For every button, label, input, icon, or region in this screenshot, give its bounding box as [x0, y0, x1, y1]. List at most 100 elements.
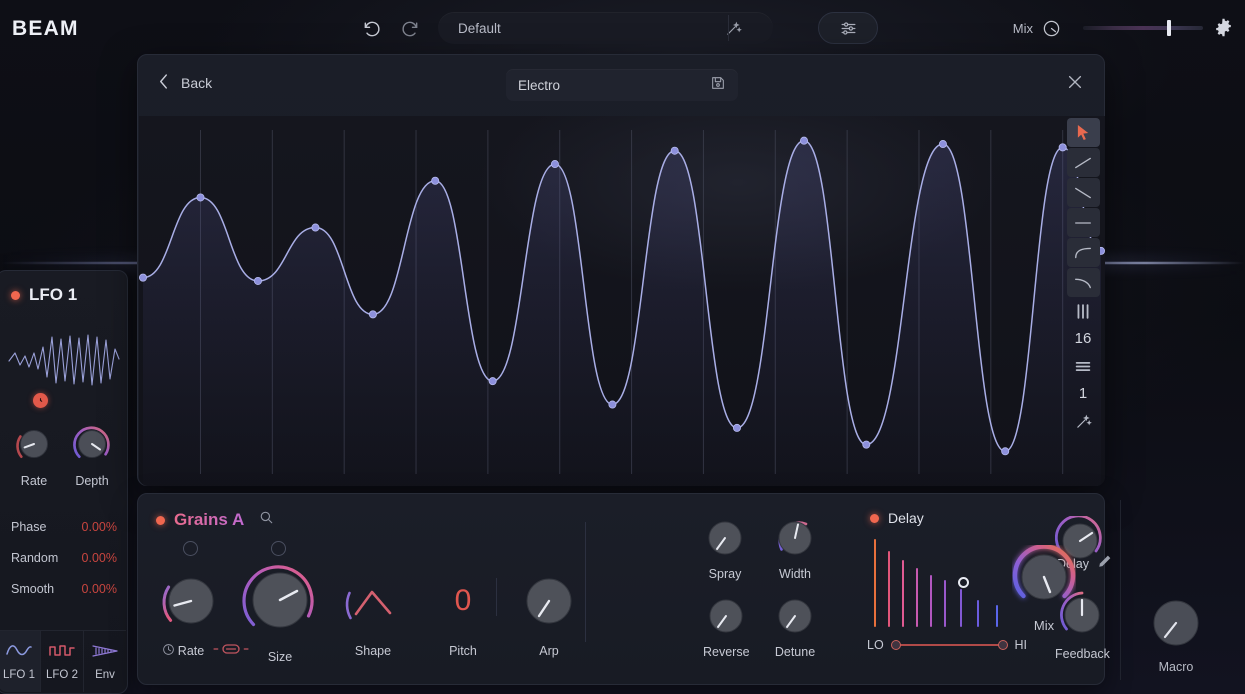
lfo-rate-label: Rate: [21, 474, 47, 488]
flat-line-tool[interactable]: [1067, 208, 1100, 237]
mix-knob-section[interactable]: Mix: [1012, 545, 1076, 633]
preset-randomize-button[interactable]: [693, 12, 773, 44]
delay-tap[interactable]: [996, 605, 998, 627]
waveform-node[interactable]: [671, 147, 678, 154]
waveform-node[interactable]: [1002, 448, 1009, 455]
lfo-active-dot[interactable]: [11, 291, 20, 300]
horizontal-lines-icon[interactable]: [1067, 353, 1100, 379]
detune-knob[interactable]: Detune: [773, 594, 817, 659]
tab-lfo-1[interactable]: LFO 1: [0, 631, 41, 692]
spray-knob[interactable]: Spray: [703, 516, 747, 581]
lfo-param-phase[interactable]: Phase 0.00%: [11, 511, 117, 542]
bottom-panel: Grains A Rate: [137, 493, 1105, 685]
delay-tap[interactable]: [888, 551, 890, 627]
grains-title: Grains A: [174, 510, 244, 530]
delay-marker-dot[interactable]: [958, 577, 969, 588]
grains-shape-knob[interactable]: Shape: [338, 566, 408, 658]
waveform-node[interactable]: [489, 378, 496, 385]
grid-division-value[interactable]: 16: [1067, 324, 1100, 353]
waveform-node[interactable]: [551, 160, 558, 167]
lfo-waveform-editor[interactable]: 16 1: [139, 116, 1105, 486]
delay-range-track[interactable]: [891, 639, 1008, 651]
delay-tap[interactable]: [916, 568, 918, 627]
waveform-node[interactable]: [733, 424, 740, 431]
width-knob[interactable]: Width: [773, 516, 817, 581]
lfo-knob-group: Rate Depth: [5, 421, 121, 488]
save-disk-icon[interactable]: [710, 75, 726, 96]
waveform-node[interactable]: [312, 224, 319, 231]
lfo-param-smooth[interactable]: Smooth 0.00%: [11, 573, 117, 604]
delay-tap[interactable]: [874, 539, 876, 627]
vertical-grid-icon[interactable]: [1067, 298, 1100, 324]
delay-range-slider[interactable]: LO HI: [867, 638, 1027, 652]
delay-tap[interactable]: [944, 580, 946, 627]
pencil-icon[interactable]: [1097, 554, 1112, 574]
delay-tap[interactable]: [930, 575, 932, 627]
curve-down-tool[interactable]: [1067, 268, 1100, 297]
settings-sliders-button[interactable]: [818, 12, 878, 44]
mix-knob-icon[interactable]: [1042, 19, 1061, 38]
bottom-right-divider: [1120, 500, 1121, 680]
lfo-depth-knob[interactable]: Depth: [69, 421, 115, 488]
snap-value[interactable]: 1: [1067, 379, 1100, 408]
lfo-param-list: Phase 0.00% Random 0.00% Smooth 0.00%: [11, 511, 117, 604]
lfo-waveform-preview[interactable]: [7, 323, 121, 395]
grains-pitch-value: 0: [455, 584, 472, 618]
top-mix-label: Mix: [1013, 21, 1033, 36]
search-icon[interactable]: [259, 510, 274, 530]
waveform-node[interactable]: [139, 274, 146, 281]
delay-tap[interactable]: [960, 589, 962, 627]
undo-arrow-icon[interactable]: [360, 17, 384, 41]
grains-arp-knob[interactable]: Arp: [514, 566, 584, 658]
waveform-node[interactable]: [197, 194, 204, 201]
lfo-param-random[interactable]: Random 0.00%: [11, 542, 117, 573]
preset-name-display[interactable]: Default: [438, 12, 693, 44]
lfo-panel-title: LFO 1: [29, 285, 77, 305]
waveform-node[interactable]: [939, 140, 946, 147]
spray-knob-grid: Spray Width Reverse: [723, 534, 843, 664]
delay-active-dot[interactable]: [870, 514, 879, 523]
lfo-rate-knob[interactable]: Rate: [11, 421, 57, 488]
master-slider[interactable]: [1083, 19, 1203, 37]
tab-lfo-2-label: LFO 2: [46, 669, 78, 681]
grains-size-knob[interactable]: Size: [238, 558, 322, 664]
back-button[interactable]: Back: [158, 73, 212, 93]
tab-lfo-2[interactable]: LFO 2: [41, 631, 84, 692]
grains-size-mod-ring[interactable]: [271, 541, 286, 556]
tab-env[interactable]: Env: [84, 631, 126, 692]
lfo-random-value: 0.00%: [82, 551, 117, 565]
redo-arrow-icon[interactable]: [398, 17, 422, 41]
line-down-tool[interactable]: [1067, 178, 1100, 207]
line-up-tool[interactable]: [1067, 148, 1100, 177]
waveform-node[interactable]: [369, 311, 376, 318]
delay-range-high-handle[interactable]: [998, 640, 1008, 650]
grains-pitch-knob[interactable]: 0 Pitch: [428, 566, 498, 658]
preset-name-text: Default: [458, 21, 501, 36]
magic-wand-icon[interactable]: [1067, 408, 1100, 434]
waveform-node[interactable]: [863, 441, 870, 448]
waveform-node[interactable]: [432, 177, 439, 184]
close-x-icon[interactable]: [1066, 73, 1086, 93]
mix-knob-label: Mix: [1034, 618, 1054, 633]
delay-taps-display[interactable]: [871, 537, 1027, 627]
overlay-preset-field[interactable]: Electro: [506, 69, 738, 101]
master-slider-thumb[interactable]: [1167, 20, 1171, 36]
macro-knob-section[interactable]: Macro: [1148, 595, 1204, 674]
cursor-tool[interactable]: [1067, 118, 1100, 147]
reverse-knob[interactable]: Reverse: [703, 594, 750, 659]
delay-tap[interactable]: [902, 560, 904, 627]
clock-icon[interactable]: [162, 643, 175, 661]
lfo-random-label: Random: [11, 551, 58, 565]
waveform-node[interactable]: [254, 277, 261, 284]
gear-icon[interactable]: [1213, 17, 1235, 39]
curve-up-tool[interactable]: [1067, 238, 1100, 267]
delay-tap[interactable]: [977, 600, 979, 627]
waveform-node[interactable]: [609, 401, 616, 408]
lfo-sync-clock-icon[interactable]: [33, 393, 48, 408]
waveform-node[interactable]: [800, 137, 807, 144]
envelope-icon: [91, 643, 119, 663]
grains-active-dot[interactable]: [156, 516, 165, 525]
delay-range-low-handle[interactable]: [891, 640, 901, 650]
waveform-canvas[interactable]: [139, 116, 1105, 486]
grains-rate-mod-ring[interactable]: [183, 541, 198, 556]
